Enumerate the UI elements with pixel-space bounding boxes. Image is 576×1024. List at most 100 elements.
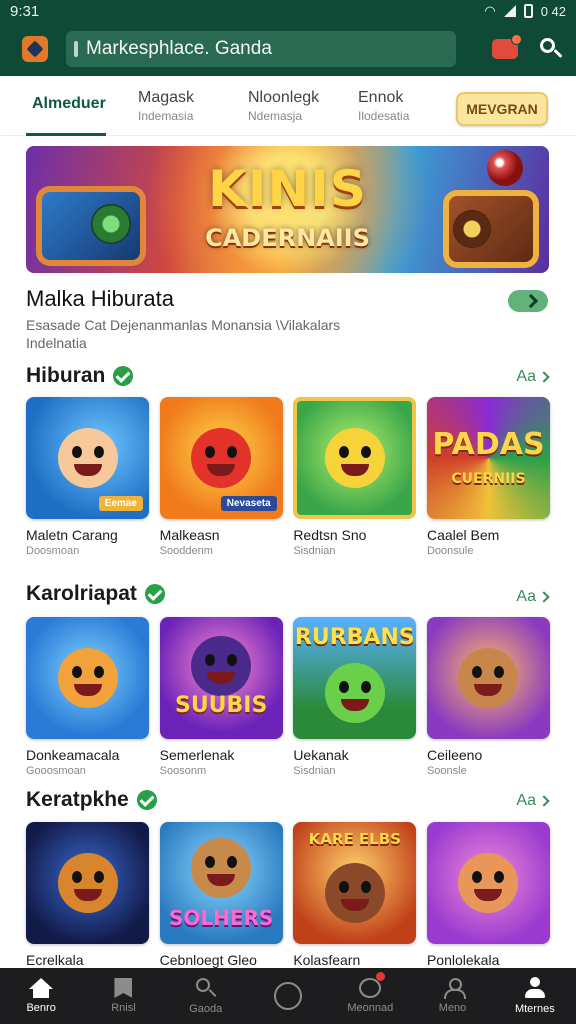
section-title: Karolriapat xyxy=(26,582,165,606)
game-logo-text: RURBANS xyxy=(294,625,415,650)
game-thumbnail: Nevaseta xyxy=(159,397,283,519)
game-thumbnail: KARE ELBS xyxy=(293,822,417,944)
game-card[interactable]: RURBANS Uekanak Sisdnian xyxy=(293,617,417,777)
nav-label: Meonnad xyxy=(347,1002,394,1014)
see-all-link[interactable]: Aa xyxy=(516,368,550,386)
arrow-right-icon xyxy=(538,795,550,807)
game-name: Maletn Carang xyxy=(26,527,118,543)
game-thumbnail: SUUBIS xyxy=(159,617,283,739)
nav-profile[interactable]: Mternes xyxy=(494,968,576,1024)
game-card[interactable]: SOLHERS Cebnloegt Gleo xyxy=(159,822,283,968)
status-time: 9:31 xyxy=(10,2,40,20)
game-name: Ecrelkala xyxy=(26,952,84,968)
nav-search[interactable]: Gaoda xyxy=(165,968,247,1024)
bottom-navigation: Benro Rnisl Gaoda Meonnad Meno Mternes xyxy=(0,968,576,1024)
game-card[interactable]: KARE ELBS Kolasfearn xyxy=(293,822,417,968)
game-name: Caalel Bem xyxy=(426,527,500,543)
app-logo-icon[interactable] xyxy=(22,36,48,62)
section-title-text: Hiburan xyxy=(26,364,106,387)
character-illustration xyxy=(324,428,385,488)
tab-0[interactable]: Almeduer xyxy=(26,76,106,136)
tab-2[interactable]: Nloonlegk Ndemasja xyxy=(242,76,352,136)
verified-check-icon xyxy=(136,790,157,810)
game-card[interactable]: Eemae Maletn Carang Doosmoan xyxy=(26,397,149,557)
nav-rnisl[interactable]: Rnisl xyxy=(82,968,164,1024)
game-card[interactable]: Ecrelkala xyxy=(26,822,149,968)
game-card[interactable]: Nevaseta Malkeasn Sooddenm xyxy=(159,397,283,557)
info-title: Malka Hiburata xyxy=(26,286,174,311)
banner-title: KINIS xyxy=(208,160,367,218)
game-name: Semerlenak xyxy=(159,747,235,763)
see-all-text: Aa xyxy=(516,792,536,809)
game-meta: Soonsle xyxy=(426,765,467,777)
verified-check-icon xyxy=(144,584,165,604)
search-input[interactable]: Markesphlace. Ganda xyxy=(66,31,456,67)
notification-icon[interactable] xyxy=(492,34,522,59)
game-thumbnail xyxy=(26,617,149,739)
tab-sublabel: Ndemasja xyxy=(248,108,303,123)
verified-check-icon xyxy=(113,366,134,386)
nav-messages[interactable]: Meonnad xyxy=(329,968,411,1024)
game-thumbnail: SOLHERS xyxy=(159,822,283,944)
status-icons: ◠ 0 42 xyxy=(484,3,566,19)
profile-icon xyxy=(524,977,546,999)
see-all-link[interactable]: Aa xyxy=(516,792,550,810)
see-all-text: Aa xyxy=(516,588,536,605)
tab-1[interactable]: Magask Indemasia xyxy=(132,76,242,136)
tab-3[interactable]: Ennok Ilodesatia xyxy=(352,76,462,136)
game-card[interactable]: Ponlolekala xyxy=(426,822,550,968)
app-bar: Markesphlace. Ganda xyxy=(0,22,576,76)
tab-label: Almeduer xyxy=(32,95,106,112)
game-badge: Eemae xyxy=(98,496,143,511)
search-icon[interactable] xyxy=(538,36,564,62)
game-card[interactable]: Ceileeno Soonsle xyxy=(426,617,550,777)
game-meta: Doosmoan xyxy=(26,545,80,557)
game-name: Malkeasn xyxy=(159,527,220,543)
game-card[interactable]: Redtsn Sno Sisdnian xyxy=(293,397,417,557)
game-meta: Soosonm xyxy=(159,765,207,777)
game-name: Uekanak xyxy=(293,747,349,763)
see-all-link[interactable]: Aa xyxy=(516,588,550,606)
character-illustration xyxy=(57,648,118,708)
people-icon xyxy=(442,978,466,999)
tab-label: Nloonlegk xyxy=(248,88,320,106)
game-row: Donkeamacala Gooosmoan SUUBIS Semerlenak… xyxy=(26,617,550,777)
game-thumbnail: Eemae xyxy=(26,397,149,519)
promo-button[interactable]: MEVGRAN xyxy=(456,92,548,126)
game-card[interactable]: SUUBIS Semerlenak Soosonm xyxy=(159,617,283,777)
section-title: Keratpkhe xyxy=(26,788,157,812)
section-title-text: Karolriapat xyxy=(26,582,137,605)
section-title: Hiburan xyxy=(26,364,134,388)
game-thumbnail: PADAS CUERNIIS xyxy=(426,397,550,519)
nav-home[interactable]: Benro xyxy=(0,968,82,1024)
nav-label: Meno xyxy=(438,1002,467,1014)
game-card[interactable]: PADAS CUERNIIS Caalel Bem Doonsule xyxy=(426,397,550,557)
category-tabs: Almeduer Magask Indemasia Nloonlegk Ndem… xyxy=(0,76,576,136)
game-logo-text: SUUBIS xyxy=(174,693,268,718)
search-text: Markesphlace. Ganda xyxy=(86,38,272,59)
game-meta: Gooosmoan xyxy=(26,765,86,777)
game-name: Donkeamacala xyxy=(26,747,120,763)
info-description: Esasade Cat Dejenanmanlas Monansia \Vila… xyxy=(26,316,526,352)
nav-people[interactable]: Meno xyxy=(411,968,493,1024)
game-name: Redtsn Sno xyxy=(293,527,367,543)
arrow-right-icon xyxy=(538,371,550,383)
hero-banner[interactable]: KINIS CADERNAIIS xyxy=(26,146,549,273)
nav-games[interactable] xyxy=(247,968,329,1024)
game-card[interactable]: Donkeamacala Gooosmoan xyxy=(26,617,149,777)
chat-icon xyxy=(359,972,386,998)
character-illustration xyxy=(57,428,118,488)
game-row: Eemae Maletn Carang Doosmoan Nevaseta Ma… xyxy=(26,397,550,557)
character-illustration xyxy=(458,648,519,708)
chevron-right-toggle[interactable] xyxy=(508,290,548,312)
status-bar: 9:31 ◠ 0 42 xyxy=(0,0,576,22)
game-meta: Sooddenm xyxy=(159,545,213,557)
game-row: Ecrelkala SOLHERS Cebnloegt Gleo KARE EL… xyxy=(26,822,550,968)
game-badge: Nevaseta xyxy=(220,496,277,511)
character-illustration xyxy=(191,635,252,696)
nav-label: Gaoda xyxy=(189,1003,223,1015)
game-thumbnail: RURBANS xyxy=(293,617,417,739)
game-thumbnail xyxy=(293,397,417,519)
battery-text: 0 42 xyxy=(540,3,566,19)
game-thumbnail xyxy=(426,822,550,944)
